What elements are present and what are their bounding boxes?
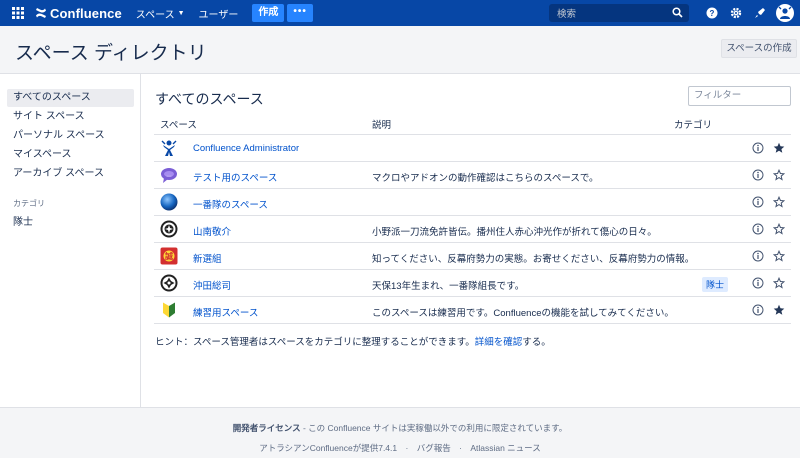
- info-icon[interactable]: [752, 142, 764, 154]
- table-row: 山南敬介 小野派一刀流免許皆伝。播州住人赤心沖光作が折れて傷心の日々。: [154, 216, 791, 243]
- space-description: このスペースは練習用です。Confluenceの機能を試してみてください。: [372, 308, 674, 319]
- info-icon[interactable]: [752, 169, 764, 181]
- confluence-logo[interactable]: Confluence: [35, 6, 122, 21]
- footer: 開発者ライセンス - この Confluence サイトは実稼働以外での利用に限…: [0, 407, 800, 458]
- star-filled-icon[interactable]: [773, 304, 785, 316]
- table-row: 誠 新選組 知ってください、反幕府勢力の実態。お寄せください、反幕府勢力の情報。: [154, 243, 791, 270]
- star-outline-icon[interactable]: [773, 196, 785, 208]
- search-icon: [672, 7, 683, 18]
- app-switcher-icon[interactable]: [5, 0, 31, 26]
- spaces-menu[interactable]: スペース ▼: [136, 6, 185, 21]
- page-title: スペース ディレクトリ: [15, 43, 207, 64]
- sidebar-item-personal-spaces[interactable]: パーソナル スペース: [7, 127, 134, 145]
- user-avatar[interactable]: [776, 4, 794, 22]
- info-icon[interactable]: [752, 196, 764, 208]
- footer-links: アトラシアンConfluenceが提供7.4.1 · バグ報告 · Atlass…: [0, 442, 800, 454]
- confluence-admin-icon: [161, 140, 177, 156]
- family-crest-icon: [160, 274, 178, 292]
- table-row: … テスト用のスペース マクロやアドオンの動作確認はこちらのスペースで。: [154, 162, 791, 189]
- table-row: 沖田総司 天保13年生まれ、一番隊組長です。 隊士: [154, 270, 791, 297]
- filter-input[interactable]: フィルター: [688, 86, 791, 106]
- star-outline-icon[interactable]: [773, 277, 785, 289]
- top-navigation: Confluence スペース ▼ ユーザー 作成 ••• 検索 ?: [0, 0, 800, 26]
- search-input[interactable]: 検索: [549, 4, 689, 22]
- category-label[interactable]: 隊士: [702, 277, 729, 292]
- red-crest-icon: 誠: [160, 247, 178, 265]
- sidebar-category-item[interactable]: 隊士: [13, 213, 33, 228]
- confluence-logo-icon: [36, 8, 46, 18]
- table-row: 一番隊のスペース: [154, 189, 791, 216]
- license-type: 開発者ライセンス: [232, 423, 301, 433]
- notifications-icon[interactable]: [748, 0, 772, 26]
- separator-dot: ·: [405, 443, 409, 453]
- space-description: マクロやアドオンの動作確認はこちらのスペースで。: [372, 173, 599, 184]
- info-icon[interactable]: [752, 277, 764, 289]
- license-notice: 開発者ライセンス - この Confluence サイトは実稼働以外での利用に限…: [0, 422, 800, 434]
- space-name-link[interactable]: Confluence Administrator: [193, 143, 299, 154]
- column-header-space: スペース: [160, 120, 197, 131]
- users-link[interactable]: ユーザー: [199, 6, 239, 21]
- license-text: - この Confluence サイトは実稼働以外での利用に限定されています。: [300, 423, 568, 433]
- space-name-link[interactable]: 新選組: [193, 251, 222, 265]
- info-icon[interactable]: [752, 250, 764, 262]
- settings-gear-icon[interactable]: [724, 0, 748, 26]
- sidebar: すべてのスペース サイト スペース パーソナル スペース マイスペース アーカイ…: [0, 74, 141, 407]
- logo-text: Confluence: [50, 5, 122, 21]
- space-name-link[interactable]: 山南敬介: [193, 224, 231, 238]
- star-outline-icon[interactable]: [773, 223, 785, 235]
- create-space-button[interactable]: スペースの作成: [721, 39, 797, 58]
- sidebar-item-archived-spaces[interactable]: アーカイブ スペース: [7, 165, 134, 183]
- info-icon[interactable]: [752, 223, 764, 235]
- powered-by-link[interactable]: アトラシアンConfluenceが提供7.4.1: [259, 443, 397, 453]
- svg-text:誠: 誠: [165, 251, 173, 261]
- hint-suffix: する。: [522, 337, 551, 348]
- table-header: スペース 説明 カテゴリ: [154, 111, 791, 135]
- space-name-link[interactable]: 沖田総司: [193, 278, 231, 292]
- sidebar-category-heading: カテゴリ: [13, 199, 45, 208]
- blue-orb-icon: [160, 193, 178, 211]
- learn-more-link[interactable]: 詳細を確認: [475, 337, 523, 348]
- bug-report-link[interactable]: バグ報告: [417, 443, 451, 453]
- sidebar-item-all-spaces[interactable]: すべてのスペース: [7, 89, 134, 107]
- space-name-link[interactable]: テスト用のスペース: [193, 170, 277, 184]
- users-link-label: ユーザー: [198, 9, 239, 21]
- help-icon[interactable]: ?: [700, 0, 724, 26]
- spaces-menu-label: スペース: [135, 9, 175, 21]
- create-button[interactable]: 作成: [252, 4, 285, 22]
- sidebar-item-site-spaces[interactable]: サイト スペース: [7, 108, 134, 126]
- hint-prefix: ヒント：スペース管理者はスペースをカテゴリに整理することができます。: [155, 337, 475, 348]
- hint-text: ヒント：スペース管理者はスペースをカテゴリに整理することができます。詳細を確認す…: [155, 334, 551, 348]
- family-crest-icon: [160, 220, 178, 238]
- beginner-leaf-icon: [163, 302, 175, 318]
- table-row: Confluence Administrator: [154, 135, 791, 162]
- svg-text:…: …: [166, 173, 172, 179]
- space-description: 天保13年生まれ、一番隊組長です。: [372, 281, 525, 292]
- space-name-link[interactable]: 練習用スペース: [193, 305, 258, 319]
- separator-dot: ·: [459, 443, 462, 453]
- page-header: スペース ディレクトリ スペースの作成: [0, 26, 800, 74]
- search-placeholder: 検索: [557, 9, 577, 20]
- star-filled-icon[interactable]: [773, 142, 785, 154]
- info-icon[interactable]: [752, 304, 764, 316]
- space-description: 小野派一刀流免許皆伝。播州住人赤心沖光作が折れて傷心の日々。: [372, 227, 657, 238]
- chevron-down-icon: ▼: [177, 9, 185, 17]
- space-description: 知ってください、反幕府勢力の実態。お寄せください、反幕府勢力の情報。: [372, 254, 695, 265]
- space-name-link[interactable]: 一番隊のスペース: [193, 197, 268, 211]
- star-outline-icon[interactable]: [773, 169, 785, 181]
- column-header-description: 説明: [372, 120, 392, 131]
- svg-text:?: ?: [710, 9, 715, 18]
- chat-bubble-icon: …: [161, 168, 177, 183]
- star-outline-icon[interactable]: [773, 250, 785, 262]
- section-title: すべてのスペース: [155, 91, 264, 107]
- news-link[interactable]: Atlassian ニュース: [470, 443, 540, 453]
- sidebar-item-my-spaces[interactable]: マイスペース: [7, 146, 134, 164]
- table-row: 練習用スペース このスペースは練習用です。Confluenceの機能を試してみて…: [154, 297, 791, 324]
- column-header-category: カテゴリ: [674, 120, 713, 131]
- more-create-button[interactable]: •••: [287, 4, 313, 22]
